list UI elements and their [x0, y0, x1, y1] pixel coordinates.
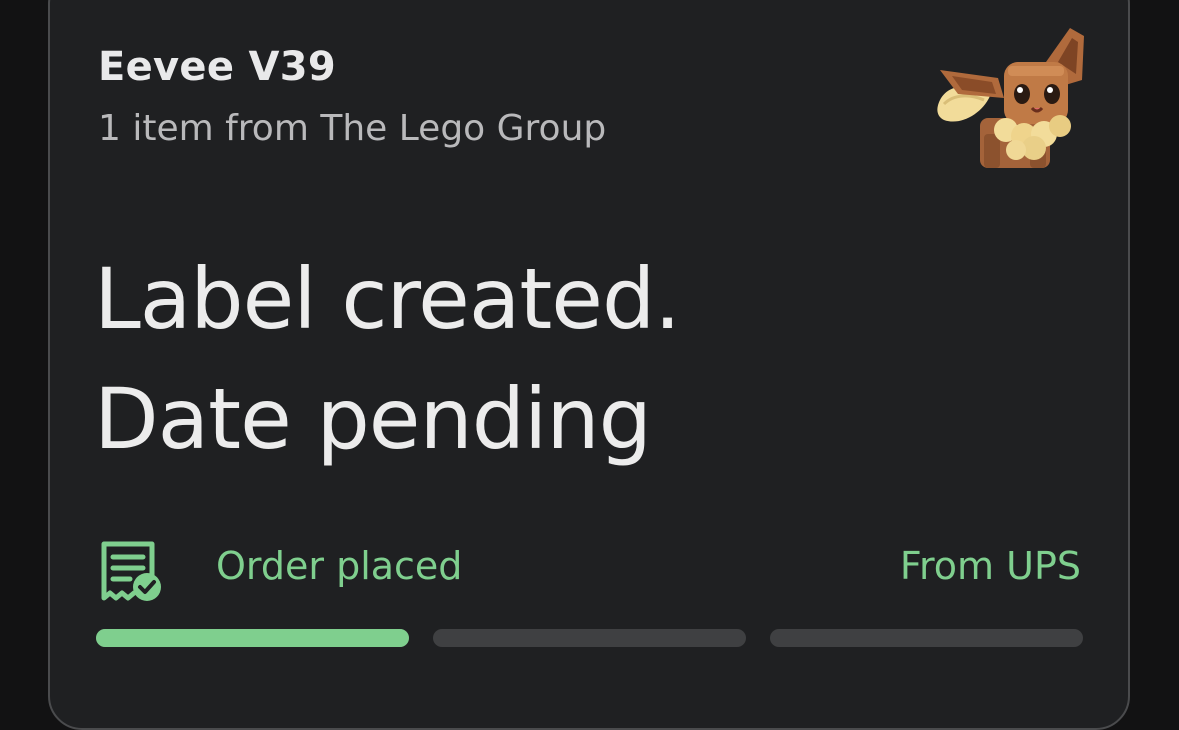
- progress-segment-3: [770, 629, 1083, 647]
- status-heading-line1: Label created.: [94, 250, 681, 348]
- order-subtitle: 1 item from The Lego Group: [98, 108, 607, 149]
- carrier-label: From UPS: [899, 544, 1081, 588]
- order-title: Eevee V39: [98, 44, 337, 90]
- eevee-lego-figure-image: [937, 28, 1084, 168]
- receipt-check-icon: [101, 541, 161, 601]
- status-heading-line2: Date pending: [94, 370, 652, 468]
- progress-segment-fill: [96, 629, 409, 647]
- tracking-step-label: Order placed: [216, 544, 463, 588]
- progress-segment-1: [96, 629, 409, 647]
- progress-segment-2: [433, 629, 746, 647]
